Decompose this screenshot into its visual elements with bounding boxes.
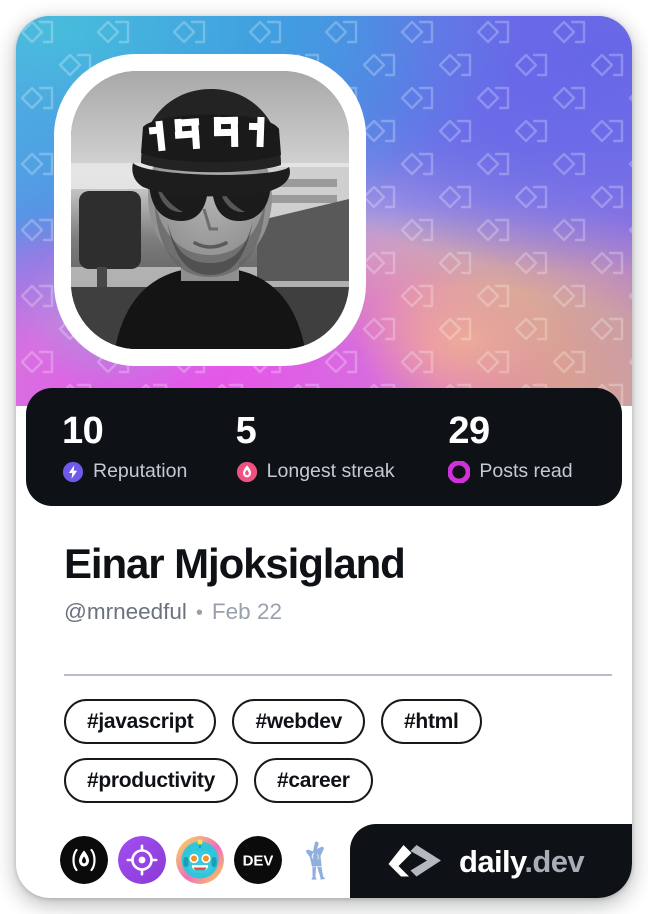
stat-value: 29	[448, 409, 490, 452]
card-header-banner	[16, 16, 632, 406]
dev-to-badge[interactable]: DEV	[234, 836, 282, 884]
display-name: Einar Mjoksigland	[64, 540, 406, 587]
tag-chip[interactable]: #productivity	[64, 758, 238, 803]
badge-list: DEV	[60, 836, 340, 884]
reputation-bolt-icon	[62, 461, 84, 482]
section-divider	[64, 674, 612, 676]
daily-dev-chevron-logo	[388, 845, 441, 877]
identity-block: Einar Mjoksigland @mrneedful • Feb 22	[64, 540, 604, 625]
stat-label: Posts read	[479, 459, 573, 482]
stat-label: Longest streak	[266, 459, 395, 482]
developer-card[interactable]: 10 Reputation 5 Longest streak 29 Posts …	[16, 16, 632, 898]
stat-longest-streak: 5 Longest streak	[236, 412, 449, 483]
tag-chip[interactable]: #html	[381, 699, 482, 744]
tag-chip[interactable]: #career	[253, 758, 373, 803]
avatar	[71, 71, 349, 349]
stat-posts-read: 29 Posts read	[448, 412, 622, 483]
stats-bar: 10 Reputation 5 Longest streak 29 Posts …	[26, 388, 622, 506]
separator-dot: •	[195, 602, 203, 625]
stat-reputation: 10 Reputation	[62, 412, 236, 483]
stat-value: 10	[62, 409, 104, 452]
tag-chip[interactable]: #webdev	[232, 699, 366, 744]
tag-chip[interactable]: #javascript	[64, 699, 217, 744]
handle-row: @mrneedful • Feb 22	[64, 599, 604, 625]
stat-value: 5	[235, 409, 257, 452]
daily-dev-brand-tab[interactable]: daily.dev	[350, 824, 632, 898]
dancing-figure-badge[interactable]	[292, 836, 340, 884]
posts-read-ring-icon	[448, 460, 471, 483]
streak-flame-icon	[236, 461, 257, 482]
brand-name: daily	[459, 843, 525, 879]
tag-list: #javascript #webdev #html #productivity …	[64, 699, 612, 803]
joined-date: Feb 22	[211, 599, 282, 625]
dev-badge-label: DEV	[243, 853, 274, 870]
brand-wordmark: daily.dev	[459, 843, 585, 879]
screenshot-stage: 10 Reputation 5 Longest streak 29 Posts …	[0, 0, 648, 914]
stat-label: Reputation	[93, 459, 188, 482]
robot-avatar-badge[interactable]	[176, 836, 224, 884]
avatar-frame	[54, 54, 366, 366]
brand-suffix: .dev	[524, 843, 584, 879]
handle: @mrneedful	[64, 599, 187, 625]
crosshair-target-badge[interactable]	[118, 836, 166, 884]
flame-in-parentheses-badge[interactable]	[60, 836, 108, 884]
